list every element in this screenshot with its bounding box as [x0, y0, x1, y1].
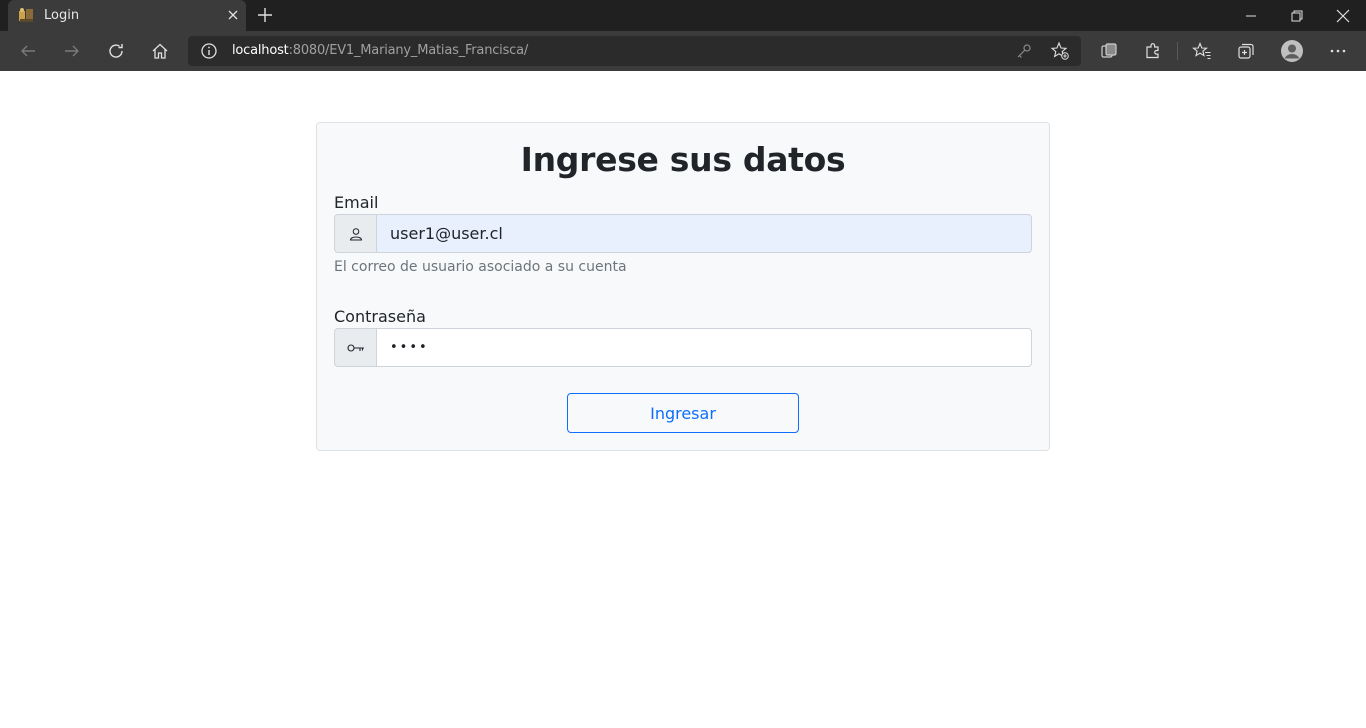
address-bar[interactable]: localhost:8080/EV1_Mariany_Matias_Franci…: [188, 36, 1081, 66]
email-label: Email: [334, 193, 379, 212]
home-icon: [152, 43, 168, 59]
url-text[interactable]: localhost:8080/EV1_Mariany_Matias_Franci…: [232, 43, 528, 58]
email-help-text: El correo de usuario asociado a su cuent…: [334, 259, 627, 275]
url-path: :8080/EV1_Mariany_Matias_Francisca/: [288, 43, 529, 58]
collections-split-button[interactable]: [1094, 37, 1124, 65]
tab-title: Login: [44, 8, 80, 23]
more-icon: [1330, 49, 1346, 53]
back-button[interactable]: [13, 37, 43, 65]
reload-icon: [109, 44, 123, 58]
email-addon: [334, 214, 377, 253]
collections-button[interactable]: [1231, 37, 1261, 65]
extensions-button[interactable]: [1138, 37, 1168, 65]
toolbar-separator: [1177, 42, 1178, 60]
split-screen-icon: [1101, 43, 1117, 58]
info-icon[interactable]: [200, 42, 218, 60]
key-icon: [346, 343, 364, 352]
favorites-icon: [1192, 42, 1211, 60]
password-label: Contraseña: [334, 307, 426, 326]
favorites-button[interactable]: [1187, 37, 1217, 65]
url-host: localhost: [232, 43, 289, 58]
plus-icon[interactable]: [255, 5, 275, 25]
login-submit-button[interactable]: Ingresar: [567, 393, 799, 433]
arrow-right-icon: [65, 45, 79, 57]
star-plus-icon[interactable]: [1050, 41, 1070, 61]
key-icon[interactable]: [1014, 41, 1034, 61]
close-icon: [1336, 9, 1350, 22]
home-button[interactable]: [145, 37, 175, 65]
email-field[interactable]: user1@user.cl: [376, 214, 1032, 253]
close-window-button[interactable]: [1320, 0, 1366, 31]
app-favicon-icon: [19, 8, 33, 22]
settings-menu-button[interactable]: [1323, 37, 1353, 65]
restore-button[interactable]: [1274, 0, 1320, 31]
page-title: Ingrese sus datos: [520, 140, 846, 179]
password-addon: [334, 328, 377, 367]
password-field[interactable]: ••••: [376, 328, 1032, 367]
minimize-icon: [1246, 15, 1256, 16]
email-input-group: user1@user.cl: [334, 214, 1032, 253]
close-icon[interactable]: [224, 6, 242, 24]
reload-button[interactable]: [101, 37, 131, 65]
user-icon: [349, 227, 362, 240]
arrow-left-icon: [21, 45, 35, 57]
password-input-group: ••••: [334, 328, 1032, 367]
avatar-icon: [1281, 40, 1303, 62]
minimize-button[interactable]: [1228, 0, 1274, 31]
forward-button[interactable]: [57, 37, 87, 65]
browser-titlebar: Login: [0, 0, 1366, 31]
puzzle-icon: [1146, 43, 1159, 59]
restore-icon: [1291, 10, 1303, 21]
browser-tab-active[interactable]: Login: [8, 0, 246, 31]
collections-icon: [1238, 43, 1254, 59]
profile-button[interactable]: [1277, 37, 1307, 65]
